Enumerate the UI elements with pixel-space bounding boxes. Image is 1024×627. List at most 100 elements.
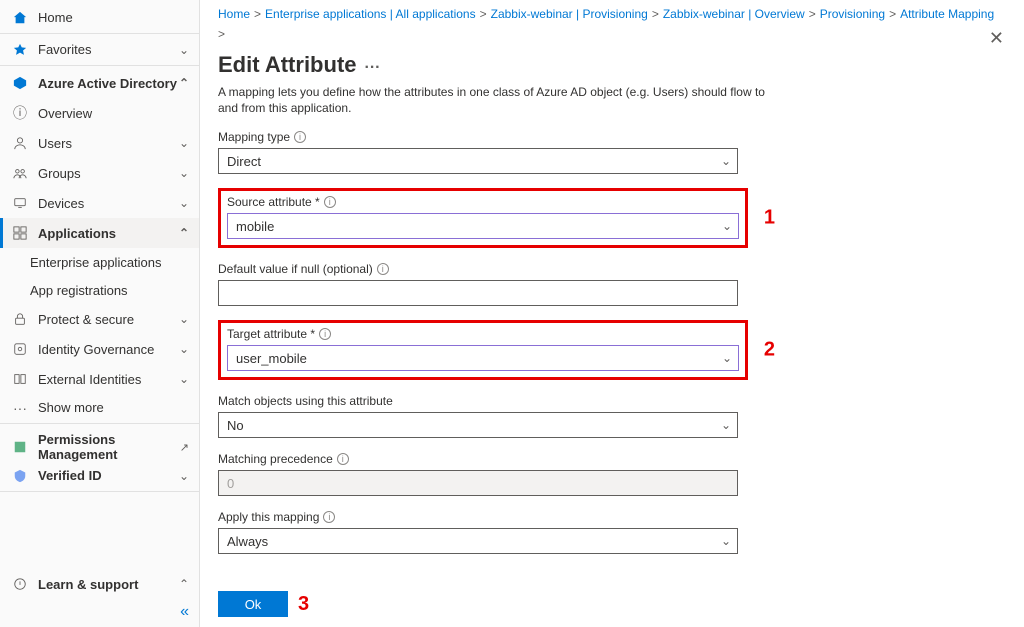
chevron-down-icon: ⌄ — [722, 219, 732, 233]
collapse-sidebar-button[interactable]: « — [0, 599, 199, 627]
select-value: mobile — [236, 219, 274, 234]
star-icon — [12, 42, 28, 58]
group-icon — [12, 165, 28, 181]
close-icon[interactable]: ✕ — [989, 28, 1004, 49]
label: Matching precedence — [218, 452, 333, 466]
label: Overview — [38, 106, 92, 121]
info-icon[interactable]: i — [323, 511, 335, 523]
sidebar-item-home[interactable]: Home — [0, 4, 199, 34]
ok-button[interactable]: Ok — [218, 591, 288, 617]
chevron-down-icon: ⌄ — [721, 534, 731, 548]
info-icon[interactable]: i — [377, 263, 389, 275]
annotation-box-2: Target attribute * i user_mobile ⌄ 2 — [218, 320, 748, 380]
chevron-down-icon: ⌄ — [179, 43, 189, 57]
annotation-box-1: Source attribute * i mobile ⌄ 1 — [218, 188, 748, 248]
sidebar-item-show-more[interactable]: ··· Show more — [0, 394, 199, 424]
verified-icon — [12, 468, 28, 484]
permissions-icon — [12, 439, 28, 455]
field-mapping-type: Mapping type i Direct ⌄ — [218, 130, 738, 174]
field-apply-mapping: Apply this mapping i Always ⌄ — [218, 510, 738, 554]
select-value: Direct — [227, 154, 261, 169]
breadcrumb-link[interactable]: Zabbix-webinar | Overview — [663, 6, 805, 22]
info-icon[interactable]: i — [337, 453, 349, 465]
sidebar-item-external-ids[interactable]: External Identities ⌄ — [0, 364, 199, 394]
apply-mapping-select[interactable]: Always ⌄ — [218, 528, 738, 554]
device-icon — [12, 195, 28, 211]
governance-icon — [12, 341, 28, 357]
select-value: Always — [227, 534, 268, 549]
page-description: A mapping lets you define how the attrib… — [218, 84, 778, 116]
sidebar-item-enterprise-apps[interactable]: Enterprise applications — [0, 248, 199, 276]
breadcrumb-link[interactable]: Provisioning — [820, 6, 885, 22]
chevron-up-icon: ⌃ — [179, 226, 189, 240]
label: Devices — [38, 196, 84, 211]
apps-icon — [12, 225, 28, 241]
sidebar-item-identity-gov[interactable]: Identity Governance ⌄ — [0, 334, 199, 364]
annotation-number-1: 1 — [764, 207, 775, 230]
label: Mapping type — [218, 130, 290, 144]
chevron-down-icon: ⌄ — [722, 351, 732, 365]
footer: Ok 3 — [218, 591, 309, 617]
ellipsis-icon: ··· — [12, 400, 28, 416]
chevron-down-icon: ⌄ — [721, 154, 731, 168]
sidebar-item-permissions-mgmt[interactable]: Permissions Management ↗ — [0, 432, 199, 462]
label: Applications — [38, 226, 116, 241]
info-icon[interactable]: i — [294, 131, 306, 143]
sidebar-item-applications[interactable]: Applications ⌃ — [0, 218, 199, 248]
breadcrumb: Home> Enterprise applications | All appl… — [218, 6, 1004, 42]
sidebar-item-groups[interactable]: Groups ⌄ — [0, 158, 199, 188]
match-objects-select[interactable]: No ⌄ — [218, 412, 738, 438]
label: Enterprise applications — [30, 255, 162, 270]
sidebar-item-learn-support[interactable]: Learn & support ⌃ — [0, 569, 199, 599]
annotation-number-2: 2 — [764, 339, 775, 362]
lock-icon — [12, 311, 28, 327]
chevron-down-icon: ⌄ — [721, 418, 731, 432]
matching-precedence-text — [227, 471, 713, 495]
matching-precedence-input — [218, 470, 738, 496]
sidebar-item-app-registrations[interactable]: App registrations — [0, 276, 199, 304]
field-match-objects: Match objects using this attribute No ⌄ — [218, 394, 738, 438]
info-icon[interactable]: i — [319, 328, 331, 340]
mapping-type-select[interactable]: Direct ⌄ — [218, 148, 738, 174]
sidebar-item-devices[interactable]: Devices ⌄ — [0, 188, 199, 218]
annotation-number-3: 3 — [298, 593, 309, 616]
source-attribute-select[interactable]: mobile ⌄ — [227, 213, 739, 239]
label: Home — [38, 10, 73, 25]
sidebar-item-protect[interactable]: Protect & secure ⌄ — [0, 304, 199, 334]
default-null-text[interactable] — [227, 281, 713, 305]
sidebar-item-users[interactable]: Users ⌄ — [0, 128, 199, 158]
external-link-icon: ↗ — [180, 441, 189, 454]
field-matching-precedence: Matching precedence i — [218, 452, 738, 496]
chevron-down-icon: ⌄ — [179, 469, 189, 483]
label: Show more — [38, 400, 104, 415]
breadcrumb-link[interactable]: Zabbix-webinar | Provisioning — [491, 6, 648, 22]
label: Match objects using this attribute — [218, 394, 393, 408]
target-attribute-select[interactable]: user_mobile ⌄ — [227, 345, 739, 371]
breadcrumb-link[interactable]: Home — [218, 6, 250, 22]
sidebar-item-verified-id[interactable]: Verified ID ⌄ — [0, 462, 199, 492]
label: Permissions Management — [38, 432, 180, 462]
label: Protect & secure — [38, 312, 134, 327]
label: Target attribute * — [227, 327, 315, 341]
chevron-down-icon: ⌄ — [179, 372, 189, 386]
chevron-down-icon: ⌄ — [179, 166, 189, 180]
sidebar-item-favorites[interactable]: Favorites ⌄ — [0, 36, 199, 66]
field-default-null: Default value if null (optional) i — [218, 262, 738, 306]
label: Azure Active Directory — [38, 76, 177, 91]
sidebar-section-aad[interactable]: Azure Active Directory ⌃ — [0, 68, 199, 98]
label: Users — [38, 136, 72, 151]
breadcrumb-link[interactable]: Enterprise applications | All applicatio… — [265, 6, 476, 22]
default-null-input[interactable] — [218, 280, 738, 306]
select-value: user_mobile — [236, 351, 307, 366]
support-icon — [12, 576, 28, 592]
label: External Identities — [38, 372, 141, 387]
info-circle-icon: ⓘ — [12, 105, 28, 121]
breadcrumb-link[interactable]: Attribute Mapping — [900, 6, 994, 22]
info-icon[interactable]: i — [324, 196, 336, 208]
chevron-down-icon: ⌄ — [179, 342, 189, 356]
external-id-icon — [12, 371, 28, 387]
sidebar-item-overview[interactable]: ⓘ Overview — [0, 98, 199, 128]
label: Identity Governance — [38, 342, 154, 357]
more-actions-icon[interactable]: ··· — [365, 59, 381, 76]
chevron-down-icon: ⌄ — [179, 136, 189, 150]
